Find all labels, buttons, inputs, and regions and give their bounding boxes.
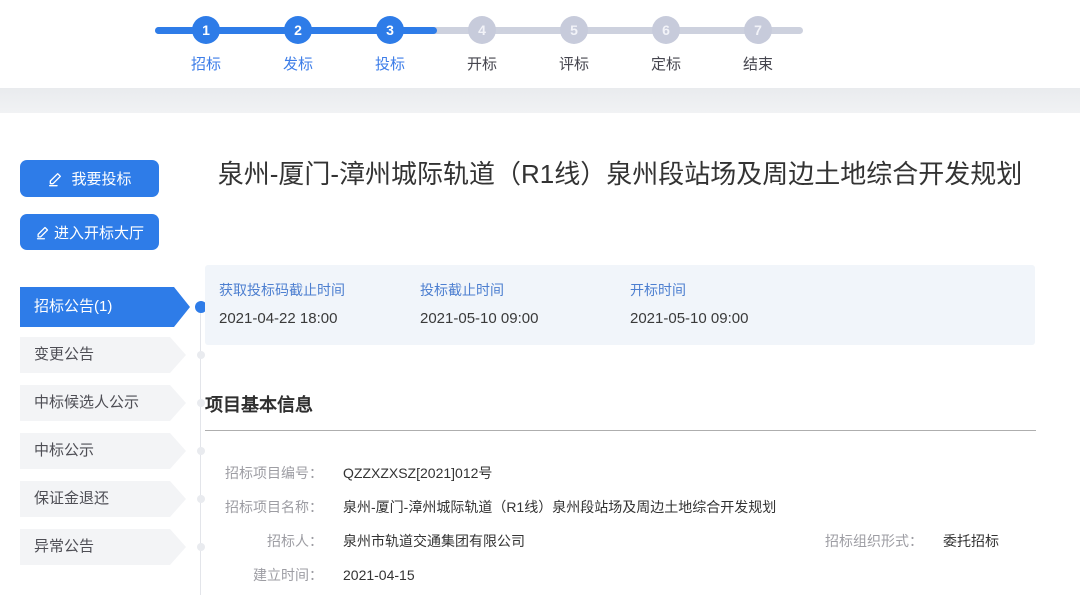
bid-code-deadline-value: 2021-04-22 18:00 <box>219 310 420 327</box>
enter-bid-opening-hall-button[interactable]: 进入开标大厅 <box>20 214 159 250</box>
section-title-basic-info: 项目基本信息 <box>205 391 313 417</box>
i-want-to-bid-button[interactable]: 我要投标 <box>20 160 159 197</box>
step-1-circle: 1 <box>192 16 220 44</box>
step-jieshu: 7 结束 <box>723 16 793 74</box>
step-zhaobiao: 1 招标 <box>171 16 241 74</box>
step-4-label: 开标 <box>447 53 517 74</box>
step-5-label: 评标 <box>539 53 609 74</box>
bid-opening-time-value: 2021-05-10 09:00 <box>630 310 748 327</box>
project-name-label: 招标项目名称： <box>205 497 323 517</box>
project-number-label: 招标项目编号： <box>205 463 323 483</box>
step-fabiao: 2 发标 <box>263 16 333 74</box>
step-pingbiao: 5 评标 <box>539 16 609 74</box>
project-number-value: QZZXZXSZ[2021]012号 <box>343 463 492 483</box>
basic-info-fields: 招标项目编号： QZZXZXSZ[2021]012号 招标项目名称： 泉州-厦门… <box>205 463 1036 599</box>
timeline-dot <box>197 399 205 407</box>
timeline-dot <box>197 543 205 551</box>
step-1-label: 招标 <box>171 53 241 74</box>
timeline-dot <box>197 447 205 455</box>
pencil-icon <box>47 171 63 187</box>
process-stepper: 1 招标 2 发标 3 投标 4 开标 5 评标 6 定标 7 结束 <box>0 0 1080 88</box>
deadline-col-bid-opening: 开标时间 2021-05-10 09:00 <box>630 280 748 345</box>
created-time-value: 2021-04-15 <box>343 565 415 585</box>
step-7-number: 7 <box>754 22 762 38</box>
deadline-info-box: 获取投标码截止时间 2021-04-22 18:00 投标截止时间 2021-0… <box>205 265 1035 345</box>
timeline-dot <box>197 495 205 503</box>
field-row-project-number: 招标项目编号： QZZXZXSZ[2021]012号 <box>205 463 1036 483</box>
sidebar-item-change-announcement[interactable]: 变更公告 <box>20 337 186 373</box>
i-want-to-bid-label: 我要投标 <box>71 168 131 189</box>
bid-code-deadline-label: 获取投标码截止时间 <box>219 280 420 300</box>
step-2-number: 2 <box>294 22 302 38</box>
field-org-form: 招标组织形式： 委托招标 <box>805 531 999 551</box>
step-3-number: 3 <box>386 22 394 38</box>
step-4-number: 4 <box>478 22 486 38</box>
content-area: 我要投标 进入开标大厅 招标公告(1) 变更公告 中标候选人公示 中标公示 保证… <box>0 113 1080 614</box>
step-7-label: 结束 <box>723 53 793 74</box>
step-1-number: 1 <box>202 22 210 38</box>
deadline-col-bid-code: 获取投标码截止时间 2021-04-22 18:00 <box>219 280 420 345</box>
step-7-circle: 7 <box>744 16 772 44</box>
step-6-label: 定标 <box>631 53 701 74</box>
tender-detail-page: 1 招标 2 发标 3 投标 4 开标 5 评标 6 定标 7 结束 <box>0 0 1080 614</box>
step-toubiao: 3 投标 <box>355 16 425 74</box>
step-5-number: 5 <box>570 22 578 38</box>
deadline-col-bid-submit: 投标截止时间 2021-05-10 09:00 <box>420 280 630 345</box>
header-separator-band <box>0 88 1080 113</box>
enter-bid-opening-hall-label: 进入开标大厅 <box>54 222 144 243</box>
step-2-label: 发标 <box>263 53 333 74</box>
org-form-value: 委托招标 <box>943 531 999 551</box>
field-row-tenderer: 招标人： 泉州市轨道交通集团有限公司 招标组织形式： 委托招标 <box>205 531 1036 551</box>
step-3-circle: 3 <box>376 16 404 44</box>
tenderer-label: 招标人： <box>205 531 323 551</box>
sidebar-item-winning-publicity[interactable]: 中标公示 <box>20 433 186 469</box>
bid-opening-time-label: 开标时间 <box>630 280 748 300</box>
field-row-project-name: 招标项目名称： 泉州-厦门-漳州城际轨道（R1线）泉州段站场及周边土地综合开发规… <box>205 497 1036 517</box>
section-divider <box>205 430 1036 431</box>
step-5-circle: 5 <box>560 16 588 44</box>
step-6-number: 6 <box>662 22 670 38</box>
step-4-circle: 4 <box>468 16 496 44</box>
created-time-label: 建立时间： <box>205 565 323 585</box>
org-form-label: 招标组织形式： <box>805 531 923 551</box>
project-name-value: 泉州-厦门-漳州城际轨道（R1线）泉州段站场及周边土地综合开发规划 <box>343 497 776 517</box>
step-2-circle: 2 <box>284 16 312 44</box>
step-kaibiao: 4 开标 <box>447 16 517 74</box>
field-row-created-time: 建立时间： 2021-04-15 <box>205 565 1036 585</box>
bid-submit-deadline-value: 2021-05-10 09:00 <box>420 310 630 327</box>
step-3-label: 投标 <box>355 53 425 74</box>
sidebar-item-abnormal-announcement[interactable]: 异常公告 <box>20 529 186 565</box>
project-title: 泉州-厦门-漳州城际轨道（R1线）泉州段站场及周边土地综合开发规划 <box>210 155 1030 194</box>
sidebar-item-tender-announcement[interactable]: 招标公告(1) <box>20 287 190 327</box>
sidebar-item-winning-candidate-publicity[interactable]: 中标候选人公示 <box>20 385 186 421</box>
tenderer-value: 泉州市轨道交通集团有限公司 <box>343 531 525 551</box>
step-dingbiao: 6 定标 <box>631 16 701 74</box>
timeline-dot <box>197 351 205 359</box>
pencil-icon <box>35 225 50 240</box>
step-6-circle: 6 <box>652 16 680 44</box>
bid-submit-deadline-label: 投标截止时间 <box>420 280 630 300</box>
sidebar-item-deposit-refund[interactable]: 保证金退还 <box>20 481 186 517</box>
